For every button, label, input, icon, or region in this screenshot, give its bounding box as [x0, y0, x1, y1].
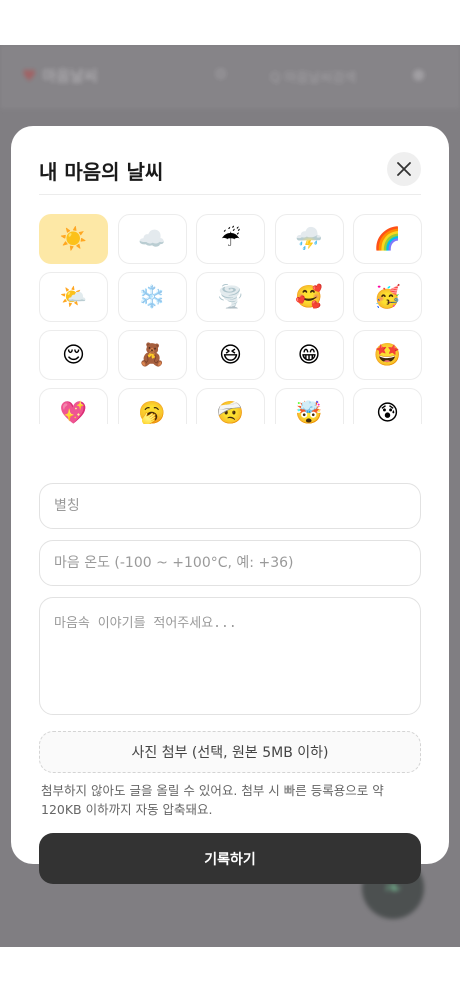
- close-button[interactable]: [387, 152, 421, 186]
- emoji-option[interactable]: 🧸: [117, 330, 187, 380]
- app-screen: ♥ 마음날씨 ⚙ Q 마음날씨검색 ● ❧ 내 마음의 날씨 ☀️ ☁️ ☔ ⛈️ 🌈 🌤…: [0, 45, 460, 947]
- emoji-option[interactable]: 🥳: [353, 272, 422, 322]
- emoji-option[interactable]: 😁: [274, 330, 344, 380]
- submit-button[interactable]: 기록하기: [39, 833, 421, 884]
- emoji-option[interactable]: 🌪️: [196, 272, 265, 322]
- emoji-picker: ☀️ ☁️ ☔ ⛈️ 🌈 🌤️ ❄️ 🌪️ 🥰 🥳 😌 🧸 😆 😁 🤩 💖 🥱 🤕 🤯 😰: [39, 214, 423, 424]
- emoji-option[interactable]: 🌤️: [39, 272, 108, 322]
- emoji-option[interactable]: 💖: [39, 388, 108, 424]
- emoji-option[interactable]: ☀️: [39, 214, 108, 264]
- mood-temperature-input[interactable]: [39, 540, 421, 586]
- emoji-option[interactable]: 🤯: [274, 388, 344, 424]
- emoji-option[interactable]: ⛈️: [274, 214, 344, 264]
- emoji-option[interactable]: 😰: [353, 388, 422, 424]
- emoji-option[interactable]: 🥰: [274, 272, 344, 322]
- emoji-option[interactable]: 🤕: [196, 388, 265, 424]
- emoji-option[interactable]: 😆: [196, 330, 265, 380]
- attachment-help-text: 첨부하지 않아도 글을 올릴 수 있어요. 첨부 시 빠른 등록용으로 약 12…: [41, 783, 384, 817]
- emoji-option[interactable]: 🌈: [353, 214, 422, 264]
- attach-photo-button[interactable]: 사진 첨부 (선택, 원본 5MB 이하): [39, 731, 421, 773]
- emoji-option[interactable]: ☔: [196, 214, 265, 264]
- emoji-option[interactable]: ❄️: [117, 272, 187, 322]
- close-icon: [397, 162, 411, 176]
- story-textarea[interactable]: [39, 597, 421, 715]
- dialog-title: 내 마음의 날씨: [39, 160, 164, 184]
- emoji-option[interactable]: 😌: [39, 330, 108, 380]
- divider: [39, 194, 421, 195]
- emoji-option[interactable]: 🤩: [353, 330, 422, 380]
- mood-weather-dialog: 내 마음의 날씨 ☀️☁️☔⛈️🌈 🌤️❄️🌪️🥰🥳 😌🧸😆😁🤩 💖🥱🤕🤯😰 사진 첨…: [11, 126, 449, 884]
- nickname-input[interactable]: [39, 483, 421, 529]
- emoji-option[interactable]: 🥱: [117, 388, 187, 424]
- emoji-option[interactable]: ☁️: [117, 214, 187, 264]
